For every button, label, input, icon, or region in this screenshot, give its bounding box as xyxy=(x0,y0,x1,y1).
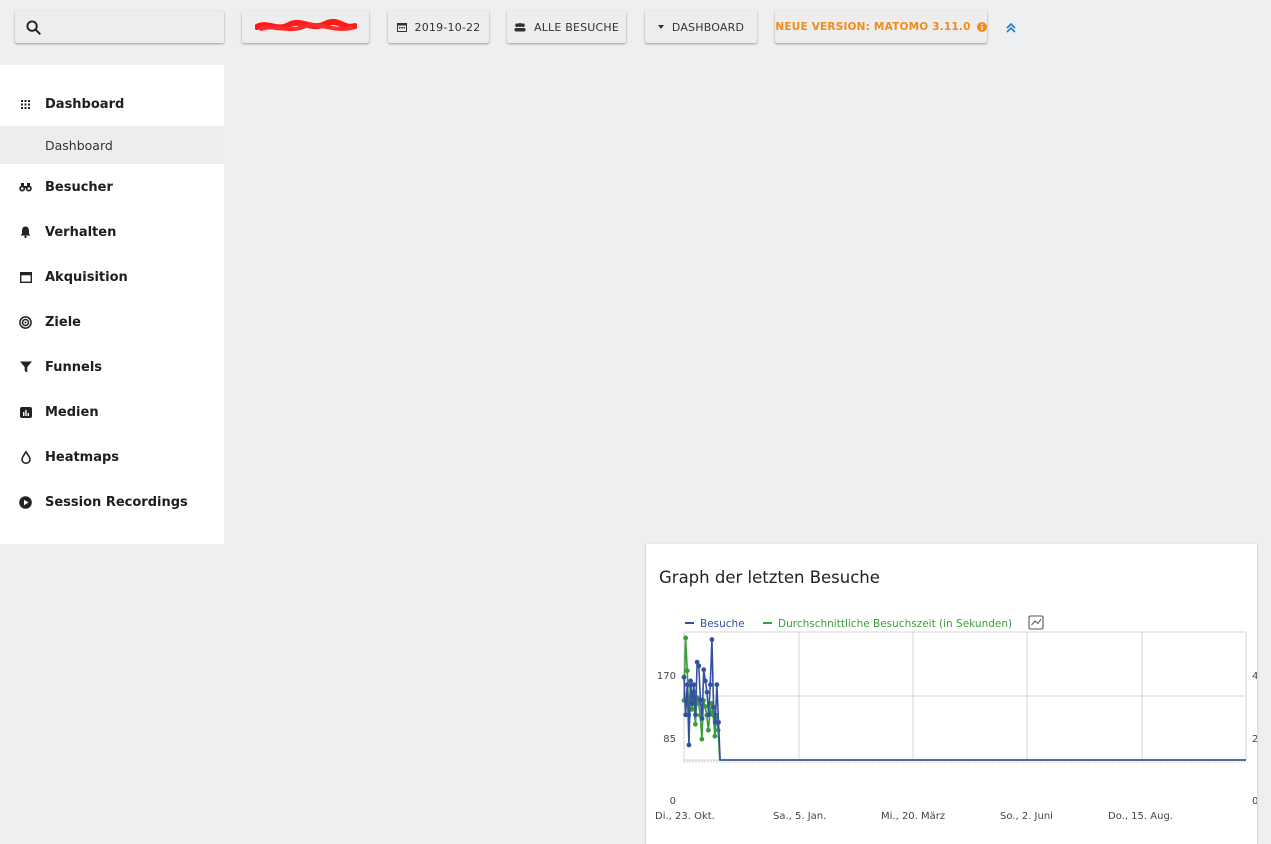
sidebar-item-label: Besucher xyxy=(45,179,113,195)
data-point[interactable] xyxy=(683,635,689,641)
data-point[interactable] xyxy=(681,674,687,680)
dashboard-menu-button[interactable]: DASHBOARD xyxy=(645,11,757,43)
data-point[interactable] xyxy=(704,689,710,695)
date-selector-button[interactable]: 2019-10-22 xyxy=(388,11,489,43)
sidebar-item-akquisition[interactable]: Akquisition xyxy=(0,257,224,297)
series-picker-icon[interactable] xyxy=(1028,615,1044,630)
users-icon xyxy=(514,22,526,32)
evolution-chart: Besuche Durchschnittliche Besuchszeit (i… xyxy=(655,615,1257,822)
data-point[interactable] xyxy=(699,736,705,742)
data-point[interactable] xyxy=(693,712,698,718)
data-point[interactable] xyxy=(701,667,707,673)
sidebar-item-verhalten[interactable]: Verhalten xyxy=(0,212,224,252)
data-point[interactable] xyxy=(705,727,711,733)
legend: Besuche Durchschnittliche Besuchszeit (i… xyxy=(685,615,1044,630)
target-icon xyxy=(19,315,32,329)
x-tick-label: Sa., 5. Jan. xyxy=(773,811,826,822)
sidebar-item-ziele[interactable]: Ziele xyxy=(0,302,224,342)
sidebar-item-label: Heatmaps xyxy=(45,449,120,465)
data-point[interactable] xyxy=(691,682,697,688)
date-label: 2019-10-22 xyxy=(414,20,481,34)
x-tick-label: Do., 15. Aug. xyxy=(1108,811,1173,822)
window-icon xyxy=(19,271,32,284)
widget-title: Graph der letzten Besuche xyxy=(659,568,880,587)
y-right-tick-label: 430 xyxy=(1252,671,1257,682)
evolution-graph-widget: Graph der letzten Besuche Besuche Durchs… xyxy=(646,544,1257,844)
dashboard-menu-label: DASHBOARD xyxy=(671,20,745,34)
sidebar-item-besucher[interactable]: Besucher xyxy=(0,167,224,207)
drop-icon xyxy=(19,450,32,464)
data-point[interactable] xyxy=(706,712,712,718)
calendar-icon xyxy=(396,22,407,32)
data-point[interactable] xyxy=(702,704,708,709)
y-left-tick-labels: 0 85 170 xyxy=(657,671,676,807)
data-point[interactable] xyxy=(699,716,705,721)
x-tick-labels: Di., 23. Okt. Sa., 5. Jan. Mi., 20. März… xyxy=(655,811,1173,822)
y-left-tick-label: 0 xyxy=(670,796,676,807)
data-point[interactable] xyxy=(707,682,713,688)
data-point[interactable] xyxy=(712,733,718,739)
data-point[interactable] xyxy=(684,682,690,688)
grid-icon xyxy=(19,98,32,111)
sidebar-item-label: Dashboard xyxy=(45,96,125,112)
data-point[interactable] xyxy=(689,701,695,706)
series-line-besuche xyxy=(683,639,1246,761)
update-notice-button[interactable]: NEUE VERSION: MATOMO 3.11.0 xyxy=(775,11,987,43)
data-point[interactable] xyxy=(716,719,721,725)
segment-label: ALLE BESUCHE xyxy=(533,20,620,34)
sidebar-subitem-dashboard[interactable]: Dashboard xyxy=(0,126,224,164)
data-point[interactable] xyxy=(709,637,715,642)
data-point[interactable] xyxy=(684,668,690,674)
series-line-besuchszeit xyxy=(683,637,1246,761)
y-left-tick-label: 85 xyxy=(663,734,676,745)
sidebar-subitem-label: Dashboard xyxy=(45,137,113,153)
funnel-icon xyxy=(19,361,32,374)
sidebar-item-label: Verhalten xyxy=(45,224,117,240)
sidebar-item-label: Session Recordings xyxy=(45,494,188,510)
x-tick-label: Di., 23. Okt. xyxy=(655,811,715,822)
caret-down-icon xyxy=(657,25,664,29)
chart-series xyxy=(681,635,1246,761)
sidebar-item-label: Akquisition xyxy=(45,269,128,285)
media-icon xyxy=(19,406,32,419)
data-point[interactable] xyxy=(692,721,698,727)
data-point[interactable] xyxy=(686,742,692,748)
y-left-tick-label: 170 xyxy=(657,671,676,682)
sidebar-item-funnels[interactable]: Funnels xyxy=(0,347,224,387)
legend-label-besuche[interactable]: Besuche xyxy=(700,618,745,630)
y-right-tick-label: 0s xyxy=(1252,796,1257,807)
collapse-up-icon[interactable] xyxy=(1004,20,1018,34)
redacted-site-name xyxy=(254,19,357,35)
y-right-tick-labels: 0s 215 430 xyxy=(1252,671,1257,807)
data-point[interactable] xyxy=(683,712,689,718)
x-tick-label: So., 2. Juni xyxy=(1000,811,1053,822)
segment-selector-button[interactable]: ALLE BESUCHE xyxy=(507,11,626,43)
sidebar: Dashboard Dashboard Besucher Verhalten A… xyxy=(0,65,224,544)
site-selector-button[interactable] xyxy=(242,11,369,43)
search-icon xyxy=(26,19,41,35)
chart-grid xyxy=(683,631,1247,763)
sidebar-item-label: Funnels xyxy=(45,359,103,375)
sidebar-item-medien[interactable]: Medien xyxy=(0,392,224,432)
bell-icon xyxy=(19,226,32,239)
data-point[interactable] xyxy=(696,663,702,669)
sidebar-item-label: Ziele xyxy=(45,314,81,330)
data-point[interactable] xyxy=(711,704,716,710)
sidebar-item-session-recordings[interactable]: Session Recordings xyxy=(0,482,224,522)
play-icon xyxy=(19,495,32,509)
data-point[interactable] xyxy=(698,697,703,703)
search-input[interactable] xyxy=(15,11,224,43)
binoculars-icon xyxy=(19,181,32,194)
data-point[interactable] xyxy=(688,678,693,684)
sidebar-item-dashboard[interactable]: Dashboard xyxy=(0,84,224,124)
data-point[interactable] xyxy=(714,682,720,688)
legend-label-besuchszeit[interactable]: Durchschnittliche Besuchszeit (in Sekund… xyxy=(778,618,1012,630)
y-right-tick-label: 215 xyxy=(1252,734,1257,745)
sidebar-item-label: Medien xyxy=(45,404,99,420)
data-point[interactable] xyxy=(702,678,708,684)
info-icon xyxy=(976,22,987,32)
sidebar-item-heatmaps[interactable]: Heatmaps xyxy=(0,437,224,477)
x-tick-label: Mi., 20. März xyxy=(881,811,945,822)
update-label: NEUE VERSION: MATOMO 3.11.0 xyxy=(775,21,971,33)
